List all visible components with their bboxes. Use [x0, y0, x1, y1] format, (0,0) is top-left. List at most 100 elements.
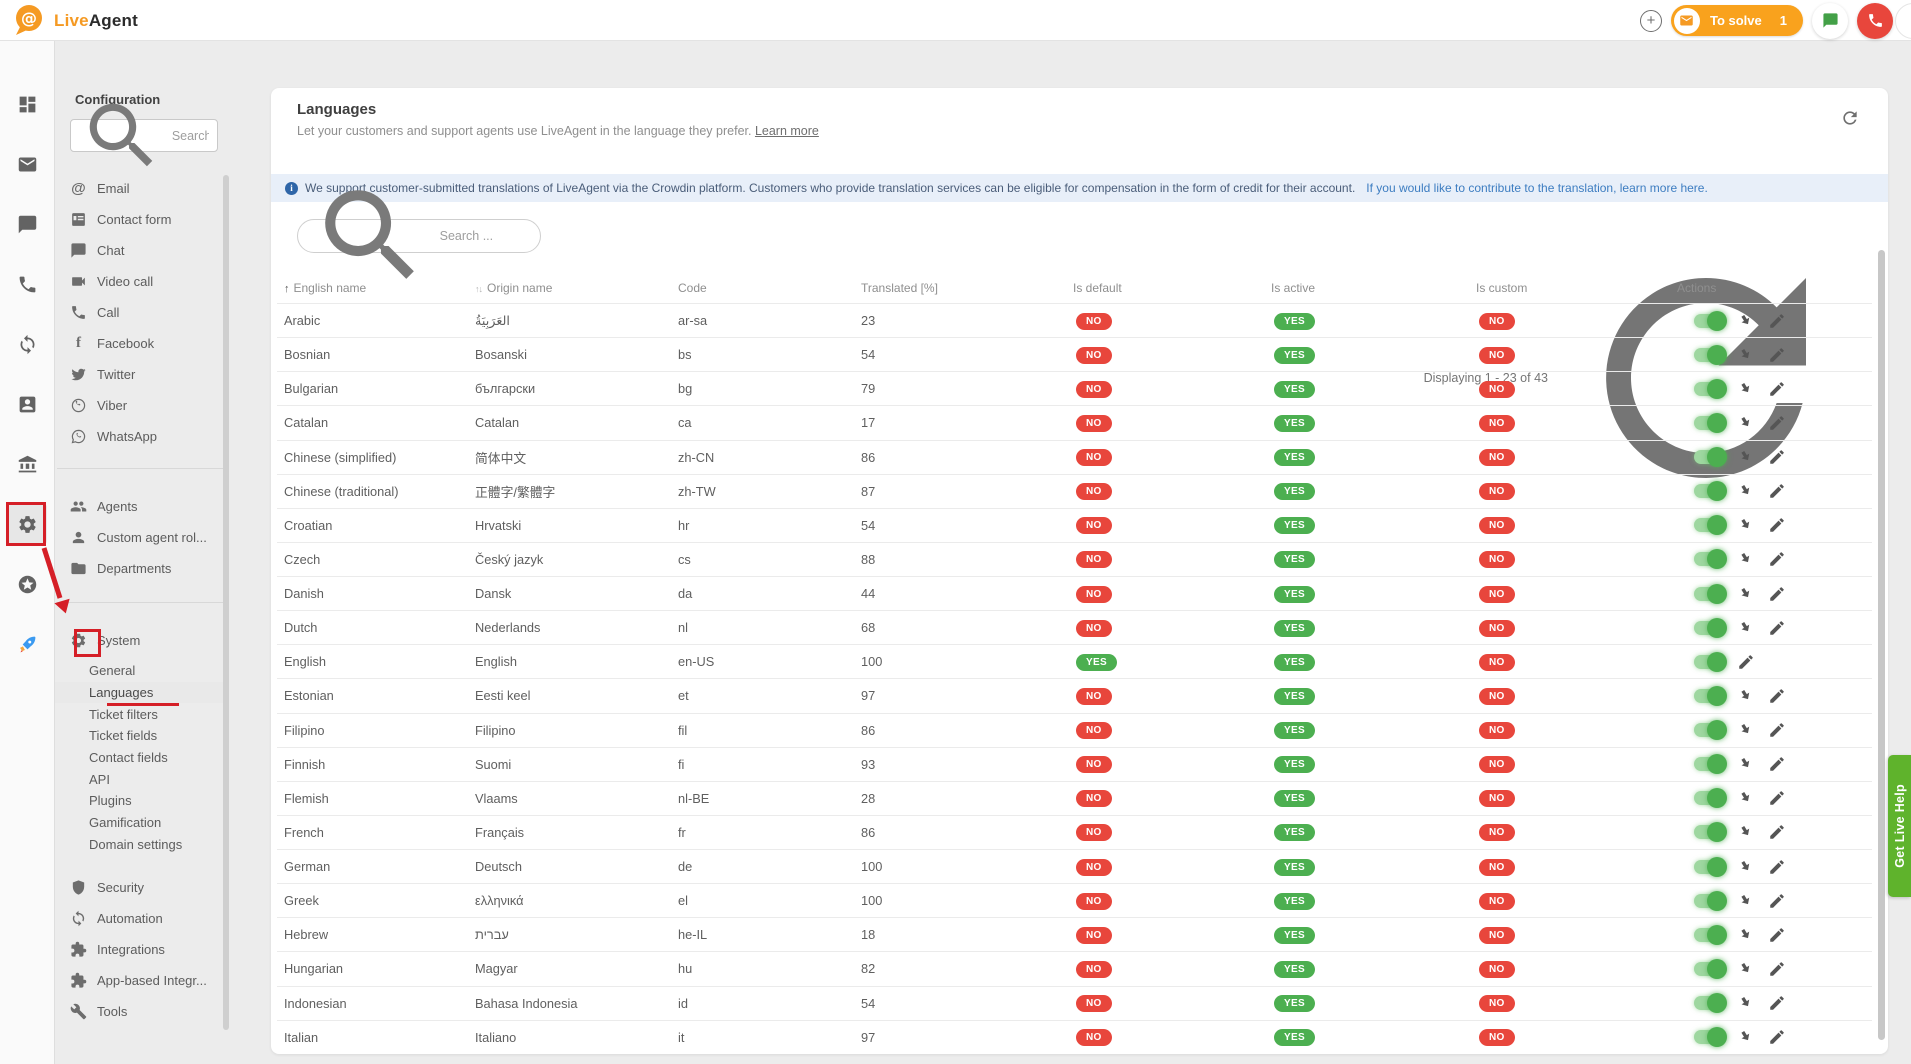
- active-toggle[interactable]: [1694, 996, 1724, 1010]
- sidebar-item-system[interactable]: System: [55, 625, 227, 656]
- sidebar-item-video-call[interactable]: Video call: [55, 266, 227, 297]
- active-toggle[interactable]: [1694, 450, 1724, 464]
- active-toggle[interactable]: [1694, 621, 1724, 635]
- download-icon[interactable]: [1737, 823, 1755, 841]
- table-row-greek[interactable]: Greekελληνικάel100NOYESNO: [277, 883, 1872, 917]
- sidebar-item-integrations[interactable]: Integrations: [55, 934, 227, 965]
- download-icon[interactable]: [1737, 960, 1755, 978]
- column-header-english-name[interactable]: ↑English name: [277, 281, 475, 295]
- active-toggle[interactable]: [1694, 723, 1724, 737]
- rail-item-call[interactable]: [7, 264, 47, 304]
- sidebar-search-input[interactable]: [172, 129, 209, 143]
- rail-item-bank[interactable]: [7, 444, 47, 484]
- table-row-hebrew[interactable]: Hebrewעבריתhe-IL18NOYESNO: [277, 917, 1872, 951]
- sidebar-subitem-gamification[interactable]: Gamification: [55, 812, 227, 834]
- table-row-arabic[interactable]: Arabicالعَرَبِيَةُar-sa23NOYESNO: [277, 303, 1872, 337]
- sidebar-subitem-contact-fields[interactable]: Contact fields: [55, 747, 227, 769]
- table-row-finnish[interactable]: FinnishSuomifi93NOYESNO: [277, 747, 1872, 781]
- edit-icon[interactable]: [1768, 312, 1786, 330]
- rail-item-rocket[interactable]: [7, 624, 47, 664]
- sidebar-subitem-general[interactable]: General: [55, 660, 227, 682]
- active-toggle[interactable]: [1694, 655, 1724, 669]
- sidebar-item-twitter[interactable]: Twitter: [55, 359, 227, 390]
- sidebar-item-app-based-integr[interactable]: App-based Integr...: [55, 965, 227, 996]
- column-header-is-active[interactable]: Is active: [1271, 281, 1476, 295]
- column-header-translated[interactable]: Translated [%]: [861, 281, 1073, 295]
- download-icon[interactable]: [1737, 346, 1755, 364]
- column-header-is-default[interactable]: Is default: [1073, 281, 1271, 295]
- liveagent-logo[interactable]: @ LiveAgent: [13, 4, 138, 37]
- edit-icon[interactable]: [1768, 448, 1786, 466]
- active-toggle[interactable]: [1694, 928, 1724, 942]
- edit-icon[interactable]: [1768, 346, 1786, 364]
- sidebar-subitem-plugins[interactable]: Plugins: [55, 790, 227, 812]
- sidebar-search[interactable]: [70, 119, 218, 152]
- edit-icon[interactable]: [1768, 926, 1786, 944]
- table-row-indonesian[interactable]: IndonesianBahasa Indonesiaid54NOYESNO: [277, 986, 1872, 1020]
- download-icon[interactable]: [1737, 312, 1755, 330]
- refresh-button[interactable]: [1840, 108, 1860, 128]
- banner-link[interactable]: If you would like to contribute to the t…: [1366, 181, 1708, 195]
- sidebar-item-contact-form[interactable]: Contact form: [55, 204, 227, 235]
- edit-icon[interactable]: [1768, 892, 1786, 910]
- chat-status-button[interactable]: [1812, 3, 1848, 39]
- column-header-origin-name[interactable]: ↑↓Origin name: [475, 281, 678, 295]
- table-row-czech[interactable]: CzechČeský jazykcs88NOYESNO: [277, 542, 1872, 576]
- sidebar-item-custom-agent-rol[interactable]: Custom agent rol...: [55, 522, 227, 553]
- active-toggle[interactable]: [1694, 348, 1724, 362]
- edit-icon[interactable]: [1768, 380, 1786, 398]
- active-toggle[interactable]: [1694, 1030, 1724, 1044]
- download-icon[interactable]: [1737, 858, 1755, 876]
- sidebar-item-security[interactable]: Security: [55, 872, 227, 903]
- download-icon[interactable]: [1737, 789, 1755, 807]
- table-row-bulgarian[interactable]: Bulgarianбългарскиbg79NOYESNO: [277, 371, 1872, 405]
- sidebar-subitem-domain-settings[interactable]: Domain settings: [55, 834, 227, 856]
- download-icon[interactable]: [1737, 414, 1755, 432]
- download-icon[interactable]: [1737, 926, 1755, 944]
- edit-icon[interactable]: [1768, 994, 1786, 1012]
- table-row-bosnian[interactable]: BosnianBosanskibs54NOYESNO: [277, 337, 1872, 371]
- call-status-button[interactable]: [1857, 3, 1893, 39]
- column-header-is-custom[interactable]: Is custom: [1476, 281, 1677, 295]
- sidebar-item-email[interactable]: @Email: [55, 173, 227, 204]
- sidebar-subitem-api[interactable]: API: [55, 768, 227, 790]
- sidebar-item-call[interactable]: Call: [55, 297, 227, 328]
- add-new-button[interactable]: +: [1640, 10, 1662, 32]
- edit-icon[interactable]: [1737, 653, 1755, 671]
- download-icon[interactable]: [1737, 755, 1755, 773]
- rail-item-loop[interactable]: [7, 324, 47, 364]
- rail-item-dashboard[interactable]: [7, 84, 47, 124]
- partial-status-button[interactable]: [1895, 3, 1911, 39]
- table-row-croatian[interactable]: CroatianHrvatskihr54NOYESNO: [277, 508, 1872, 542]
- active-toggle[interactable]: [1694, 689, 1724, 703]
- sidebar-item-viber[interactable]: Viber: [55, 390, 227, 421]
- download-icon[interactable]: [1737, 619, 1755, 637]
- edit-icon[interactable]: [1768, 516, 1786, 534]
- download-icon[interactable]: [1737, 585, 1755, 603]
- sidebar-item-agents[interactable]: Agents: [55, 491, 227, 522]
- download-icon[interactable]: [1737, 721, 1755, 739]
- download-icon[interactable]: [1737, 687, 1755, 705]
- sidebar-subitem-ticket-filters[interactable]: Ticket filters: [55, 703, 227, 725]
- table-row-german[interactable]: GermanDeutschde100NOYESNO: [277, 849, 1872, 883]
- rail-item-gear[interactable]: [7, 504, 47, 544]
- table-row-hungarian[interactable]: HungarianMagyarhu82NOYESNO: [277, 951, 1872, 985]
- sidebar-item-departments[interactable]: Departments: [55, 553, 227, 584]
- table-row-danish[interactable]: DanishDanskda44NOYESNO: [277, 576, 1872, 610]
- table-row-filipino[interactable]: FilipinoFilipinofil86NOYESNO: [277, 713, 1872, 747]
- edit-icon[interactable]: [1768, 585, 1786, 603]
- download-icon[interactable]: [1737, 892, 1755, 910]
- rail-item-star[interactable]: [7, 564, 47, 604]
- table-row-french[interactable]: FrenchFrançaisfr86NOYESNO: [277, 815, 1872, 849]
- edit-icon[interactable]: [1768, 960, 1786, 978]
- edit-icon[interactable]: [1768, 687, 1786, 705]
- active-toggle[interactable]: [1694, 894, 1724, 908]
- sidebar-item-chat[interactable]: Chat: [55, 235, 227, 266]
- rail-item-chat[interactable]: [7, 204, 47, 244]
- get-live-help-tab[interactable]: Get Live Help: [1888, 755, 1911, 897]
- edit-icon[interactable]: [1768, 482, 1786, 500]
- download-icon[interactable]: [1737, 380, 1755, 398]
- column-header-actions[interactable]: Actions: [1677, 281, 1872, 295]
- download-icon[interactable]: [1737, 482, 1755, 500]
- active-toggle[interactable]: [1694, 416, 1724, 430]
